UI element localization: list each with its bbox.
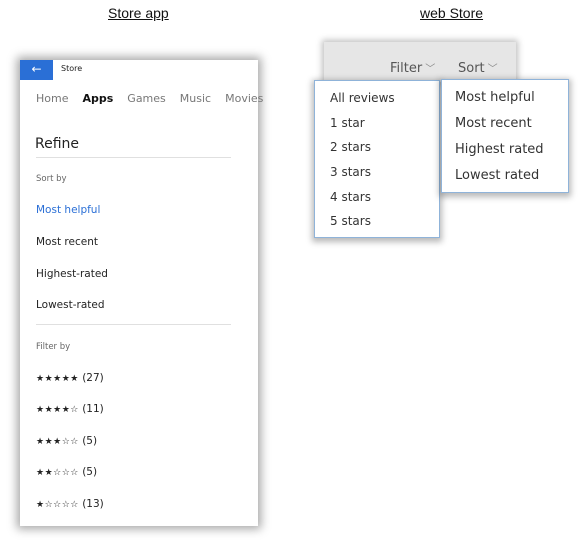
filter-menu-1-star[interactable]: 1 star: [330, 116, 365, 130]
nav-apps[interactable]: Apps: [82, 92, 113, 105]
chevron-down-icon: ﹀: [425, 64, 436, 75]
divider: [36, 324, 231, 325]
filter-button[interactable]: Filter ﹀: [390, 60, 435, 76]
review-count: (11): [82, 403, 104, 415]
filter-by-label: Filter by: [36, 342, 71, 352]
filter-dropdown-menu: All reviews 1 star 2 stars 3 stars 4 sta…: [314, 80, 440, 238]
title-bar: ← Store: [20, 60, 258, 80]
top-nav: Home Apps Games Music Movies: [36, 92, 277, 105]
review-count: (13): [82, 498, 104, 510]
sort-highest-rated[interactable]: Highest-rated: [36, 268, 108, 280]
web-store-caption: web Store: [420, 5, 484, 21]
sort-menu-lowest-rated[interactable]: Lowest rated: [455, 168, 539, 183]
nav-games[interactable]: Games: [127, 92, 165, 105]
store-app-caption: Store app: [108, 5, 169, 21]
sort-menu-most-recent[interactable]: Most recent: [455, 116, 532, 131]
filter-menu-2-stars[interactable]: 2 stars: [330, 140, 371, 154]
star-rating-icon: ★☆☆☆☆: [36, 500, 79, 510]
filter-menu-3-stars[interactable]: 3 stars: [330, 165, 371, 179]
star-rating-icon: ★★★★★: [36, 374, 79, 384]
filter-4-stars[interactable]: ★★★★☆ (11): [36, 403, 104, 415]
sort-lowest-rated[interactable]: Lowest-rated: [36, 299, 105, 311]
sort-button-label: Sort: [458, 61, 485, 76]
nav-music[interactable]: Music: [180, 92, 211, 105]
back-button[interactable]: ←: [20, 60, 53, 80]
app-title: Store: [61, 64, 83, 73]
filter-1-star[interactable]: ★☆☆☆☆ (13): [36, 498, 104, 510]
filter-3-stars[interactable]: ★★★☆☆ (5): [36, 435, 97, 447]
store-app-panel: ← Store Home Apps Games Music Movies Ref…: [20, 60, 263, 526]
filter-button-label: Filter: [390, 61, 423, 76]
nav-home[interactable]: Home: [36, 92, 68, 105]
sort-button[interactable]: Sort ﹀: [458, 60, 498, 76]
refine-heading: Refine: [35, 136, 80, 152]
filter-5-stars[interactable]: ★★★★★ (27): [36, 372, 104, 384]
filter-menu-5-stars[interactable]: 5 stars: [330, 214, 371, 228]
sort-by-label: Sort by: [36, 174, 67, 184]
star-rating-icon: ★★☆☆☆: [36, 468, 79, 478]
star-rating-icon: ★★★☆☆: [36, 437, 79, 447]
sort-dropdown-menu: Most helpful Most recent Highest rated L…: [441, 79, 569, 193]
star-rating-icon: ★★★★☆: [36, 405, 79, 415]
filter-menu-all-reviews[interactable]: All reviews: [330, 91, 395, 105]
back-arrow-icon: ←: [31, 62, 42, 76]
sort-most-helpful[interactable]: Most helpful: [36, 204, 100, 216]
nav-movies[interactable]: Movies: [225, 92, 263, 105]
filter-menu-4-stars[interactable]: 4 stars: [330, 190, 371, 204]
review-count: (27): [82, 372, 104, 384]
filter-2-stars[interactable]: ★★☆☆☆ (5): [36, 466, 97, 478]
divider: [36, 157, 231, 158]
web-store-toolbar: Filter ﹀ Sort ﹀: [324, 42, 516, 82]
review-count: (5): [82, 435, 98, 447]
chevron-down-icon: ﹀: [487, 64, 498, 75]
sort-menu-highest-rated[interactable]: Highest rated: [455, 142, 544, 157]
review-count: (5): [82, 466, 98, 478]
sort-most-recent[interactable]: Most recent: [36, 236, 98, 248]
sort-menu-most-helpful[interactable]: Most helpful: [455, 90, 535, 105]
